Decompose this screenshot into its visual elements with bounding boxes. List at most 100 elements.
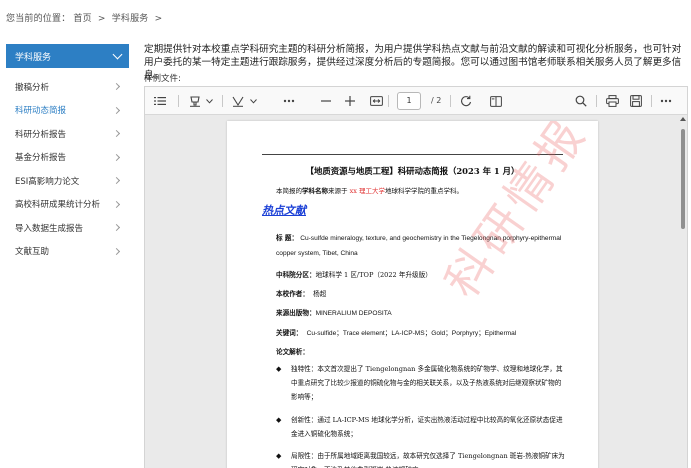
page-view-icon[interactable] [489, 94, 503, 108]
field-value: 杨超 [313, 290, 327, 298]
breadcrumb-prefix: 您当前的位置： [6, 14, 71, 24]
save-icon[interactable] [629, 94, 643, 108]
sidebar-item-label: ESI高影响力论文 [15, 176, 80, 187]
sidebar-item-research-brief[interactable]: 科研动态简报 [6, 99, 129, 123]
analysis-heading: 论文解析： [276, 345, 566, 359]
toolbar-divider [651, 95, 652, 107]
field-value: Cu-sulfde mineralogy, texture, and geoch… [276, 235, 562, 257]
bullet-text: 局限性：由于所属地域距离我国较远，故本研究仅选择了 Tiengelongnan … [291, 452, 565, 468]
more-icon[interactable] [282, 94, 296, 108]
sidebar-item-retraction[interactable]: 撤稿分析 [6, 75, 129, 99]
toolbar-divider [222, 95, 223, 107]
chevron-right-icon [112, 224, 121, 232]
toolbar-divider [450, 95, 451, 107]
analysis-bullet: ◆ 创新性：通过 LA-ICP-MS 地球化学分析，证实出热液活动过程中比较高的氧… [276, 413, 566, 441]
section-heading: 热点文献 [262, 204, 306, 217]
document-title: 【地质资源与地质工程】科研动态简报（2023 年 1 月） [305, 166, 520, 176]
field-label: 标 题： [276, 234, 299, 242]
field-value: MINERALIUM DEPOSITA [315, 310, 392, 317]
field-value: 地球科学 1 区/TOP（2022 年升级版） [315, 271, 432, 279]
search-icon[interactable] [574, 94, 588, 108]
service-description: 定期提供针对本校重点学科研究主题的科研分析简报，为用户提供学科热点文献与前沿文献… [144, 44, 682, 81]
highlight-icon[interactable] [188, 94, 202, 108]
toolbar-divider [178, 95, 179, 107]
scroll-thumb[interactable] [681, 129, 685, 229]
header-rule [262, 154, 563, 155]
field-value: Cu-sulfide；Trace element；LA-ICP-MS；Gold；… [306, 330, 517, 337]
sidebar-item-label: 科研动态简报 [15, 106, 67, 117]
sidebar-header-label: 学科服务 [15, 52, 52, 63]
chevron-right-icon [112, 153, 121, 161]
field-label: 关键词： [276, 329, 303, 337]
page-number-input[interactable]: 1 [397, 92, 421, 110]
pdf-toolbar: 1 / 2 [145, 87, 687, 115]
bullet-text: 创新性：通过 LA-ICP-MS 地球化学分析，证实出热液活动过程中比较高的氧化… [291, 416, 563, 438]
sidebar-item-esi-papers[interactable]: ESI高影响力论文 [6, 169, 129, 193]
diamond-bullet-icon: ◆ [276, 416, 282, 424]
category-field: 中科院分区：地球科学 1 区/TOP（2022 年升级版） [276, 268, 566, 282]
scroll-up-arrow-icon[interactable] [680, 117, 686, 121]
breadcrumb: 您当前的位置： 首页 > 学科服务 > [6, 11, 165, 24]
page-total: / 2 [431, 96, 442, 105]
sidebar-item-document-help[interactable]: 文献互助 [6, 240, 129, 264]
toolbar-divider [388, 95, 389, 107]
toolbar-divider [596, 95, 597, 107]
field-label: 中科院分区： [276, 271, 316, 279]
sidebar-item-achievement-stats[interactable]: 高校科研成果统计分析 [6, 193, 129, 217]
breadcrumb-section-link[interactable]: 学科服务 [112, 14, 149, 24]
zoom-out-icon[interactable] [320, 94, 332, 108]
chevron-down-icon[interactable] [205, 94, 213, 108]
bullet-text: 独特性：本文首次提出了 Tiengelongnan 多金属硫化物系统的矿物学、纹… [291, 365, 563, 401]
intro-bold: 学科名称 [302, 187, 328, 195]
rotate-icon[interactable] [459, 94, 473, 108]
author-field: 本校作者： 杨超 [276, 287, 566, 301]
intro-text: 地球科学学院的重点学科。 [384, 187, 463, 195]
field-label: 论文解析： [276, 348, 309, 356]
breadcrumb-separator: > [97, 14, 106, 24]
intro-text: 本简报的 [276, 187, 302, 195]
chevron-down-icon [112, 49, 123, 59]
pdf-viewer: 1 / 2 【地质资源与地质工程】科研动态简报（2023 年 1 月） 本简报的… [144, 86, 688, 468]
sidebar-item-research-report[interactable]: 科研分析报告 [6, 122, 129, 146]
sidebar: 学科服务 撤稿分析 科研动态简报 科研分析报告 基金分析报告 ESI高影响力论文… [6, 44, 129, 263]
chevron-right-icon [112, 106, 121, 114]
sidebar-item-label: 高校科研成果统计分析 [15, 200, 101, 211]
breadcrumb-separator: > [154, 14, 163, 24]
draw-icon[interactable] [231, 94, 245, 108]
keywords-field: 关键词： Cu-sulfide；Trace element；LA-ICP-MS；… [276, 326, 566, 341]
chevron-right-icon [112, 177, 121, 185]
document-intro: 本简报的学科名称来源于 xx 理工大学地球科学学院的重点学科。 [276, 185, 463, 195]
sidebar-item-label: 文献互助 [15, 247, 50, 258]
chevron-right-icon [112, 83, 121, 91]
chevron-right-icon [112, 130, 121, 138]
diamond-bullet-icon: ◆ [276, 365, 282, 373]
sidebar-item-fund-report[interactable]: 基金分析报告 [6, 146, 129, 170]
sidebar-item-import-data[interactable]: 导入数据生成报告 [6, 216, 129, 240]
intro-university: xx 理工大学 [349, 187, 385, 195]
sample-file-label: 样例文件: [144, 74, 181, 84]
sidebar-item-label: 科研分析报告 [15, 129, 67, 140]
sidebar-header[interactable]: 学科服务 [6, 44, 129, 68]
field-label: 本校作者： [276, 290, 309, 298]
diamond-bullet-icon: ◆ [276, 452, 282, 460]
field-label: 来源出版物： [276, 309, 316, 317]
pdf-page: 【地质资源与地质工程】科研动态简报（2023 年 1 月） 本简报的学科名称来源… [227, 121, 598, 468]
sidebar-item-label: 导入数据生成报告 [15, 223, 84, 234]
fit-page-icon[interactable] [369, 94, 383, 108]
chevron-right-icon [112, 247, 121, 255]
more-icon[interactable] [659, 94, 673, 108]
print-icon[interactable] [605, 94, 619, 108]
chevron-down-icon[interactable] [249, 94, 257, 108]
analysis-bullet: ◆ 局限性：由于所属地域距离我国较远，故本研究仅选择了 Tiengelongnan… [276, 449, 566, 468]
chevron-right-icon [112, 200, 121, 208]
intro-text: 来源于 [328, 187, 350, 195]
breadcrumb-home-link[interactable]: 首页 [73, 14, 91, 24]
paper-title-field: 标 题： Cu-sulfde mineralogy, texture, and … [276, 231, 566, 261]
list-icon[interactable] [153, 94, 167, 108]
analysis-bullet: ◆ 独特性：本文首次提出了 Tiengelongnan 多金属硫化物系统的矿物学、… [276, 362, 566, 404]
zoom-in-icon[interactable] [344, 94, 356, 108]
vertical-scrollbar[interactable] [679, 115, 687, 468]
sidebar-item-label: 基金分析报告 [15, 153, 67, 164]
sidebar-item-label: 撤稿分析 [15, 82, 50, 93]
journal-field: 来源出版物：MINERALIUM DEPOSITA [276, 306, 566, 321]
